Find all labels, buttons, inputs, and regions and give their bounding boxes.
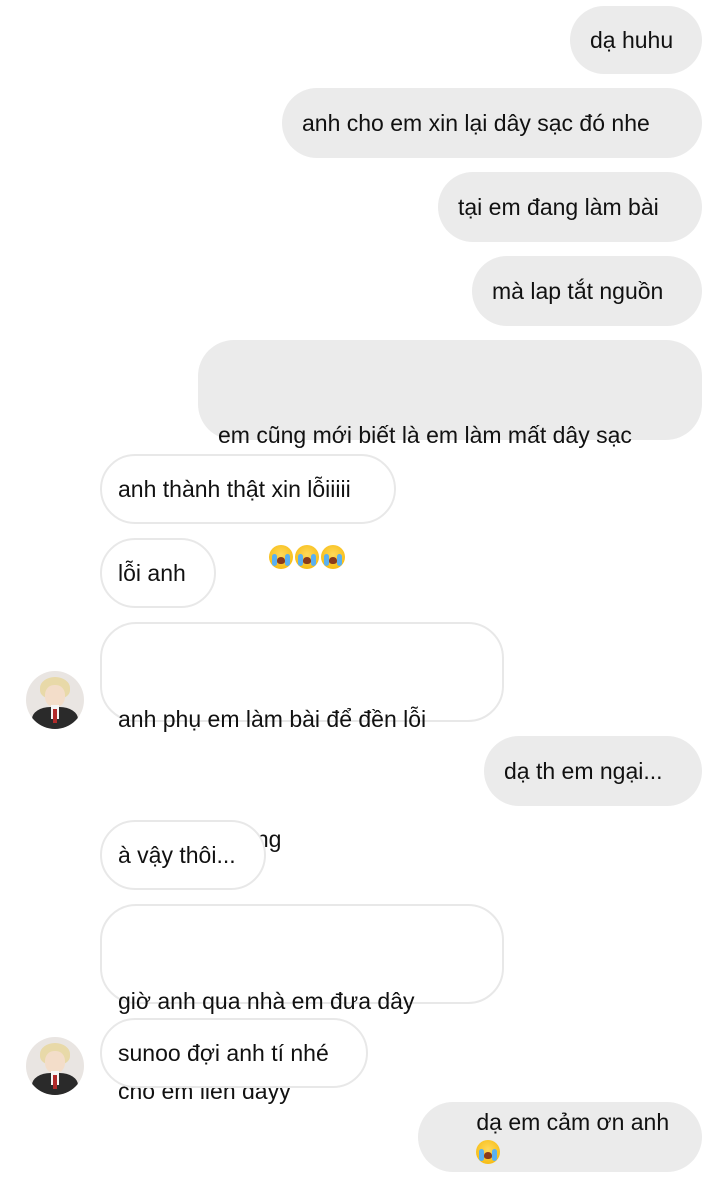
message-text: sunoo đợi anh tí nhé: [118, 1040, 329, 1066]
message-sent[interactable]: dạ th em ngại...: [484, 736, 702, 806]
message-received[interactable]: lỗi anh: [100, 538, 216, 608]
message-sent[interactable]: dạ em cảm ơn anh: [418, 1102, 702, 1172]
message-sent[interactable]: anh cho em xin lại dây sạc đó nhe: [282, 88, 702, 158]
loudly-crying-face-icon: [295, 545, 320, 569]
message-sent[interactable]: mà lap tắt nguồn: [472, 256, 702, 326]
message-text: tại em đang làm bài: [458, 194, 659, 220]
message-received[interactable]: anh thành thật xin lỗiiiii: [100, 454, 396, 524]
message-text: dạ huhu: [590, 27, 674, 53]
message-text: lỗi anh: [118, 560, 186, 586]
message-text: dạ th em ngại...: [504, 758, 663, 784]
message-sent[interactable]: dạ huhu: [570, 6, 702, 74]
message-emojis: [218, 512, 632, 602]
contact-avatar-icon[interactable]: [26, 671, 84, 729]
message-received[interactable]: à vậy thôi...: [100, 820, 266, 890]
loudly-crying-face-icon: [321, 545, 346, 569]
message-text: em cũng mới biết là em làm mất dây sạc: [218, 422, 632, 448]
contact-avatar-icon[interactable]: [26, 1037, 84, 1095]
message-received[interactable]: anh phụ em làm bài để đền lỗi được hong: [100, 622, 504, 881]
message-text: anh cho em xin lại dây sạc đó nhe: [302, 110, 650, 136]
message-text: anh phụ em làm bài để đền lỗi: [118, 706, 427, 732]
message-text: dạ em cảm ơn anh: [476, 1109, 670, 1135]
message-text: à vậy thôi...: [118, 842, 236, 868]
message-received[interactable]: sunoo đợi anh tí nhé: [100, 1018, 368, 1088]
message-received[interactable]: giờ anh qua nhà em đưa dây cho em liền đ…: [100, 904, 504, 1104]
message-sent[interactable]: em cũng mới biết là em làm mất dây sạc: [198, 340, 702, 569]
chat-thread: dạ huhu anh cho em xin lại dây sạc đó nh…: [0, 0, 720, 1186]
message-text: mà lap tắt nguồn: [492, 278, 664, 304]
message-content: dạ em cảm ơn anh: [438, 1077, 669, 1186]
message-sent[interactable]: tại em đang làm bài: [438, 172, 702, 242]
message-text: anh thành thật xin lỗiiiii: [118, 476, 351, 502]
loudly-crying-face-icon: [476, 1140, 501, 1164]
message-text: giờ anh qua nhà em đưa dây: [118, 988, 415, 1014]
loudly-crying-face-icon: [269, 545, 294, 569]
